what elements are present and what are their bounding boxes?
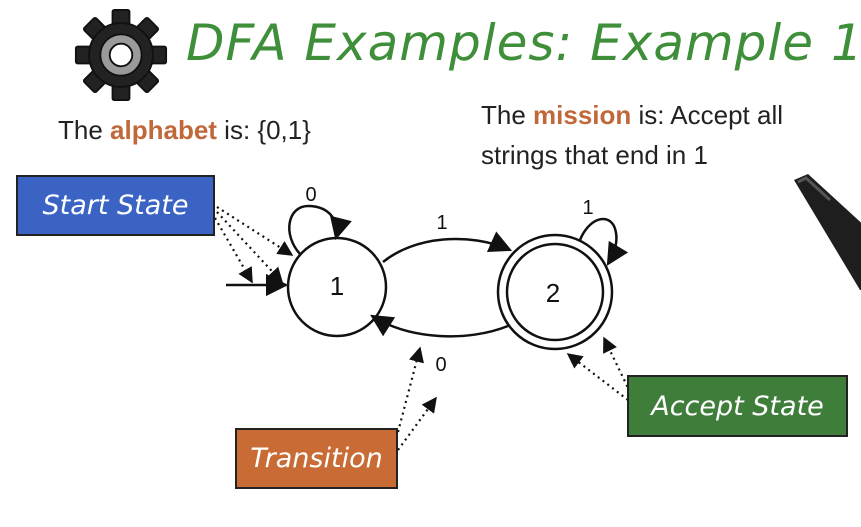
transition-label-box: Transition [235,428,398,489]
loop-2-label: 1 [582,197,593,219]
state-1-label: 1 [330,271,344,301]
dfa-diagram: 1 2 0 1 1 0 [214,184,631,451]
transition-1-2-label: 1 [436,212,447,234]
transition-2-1-arrow [370,314,509,338]
accept-pointer-1 [566,353,629,401]
start-pointer-1 [216,206,294,256]
transition-pointer-1 [396,346,424,433]
pen-tip [794,174,861,290]
start-pointer-3 [214,217,253,284]
accept-state-label-box: Accept State [627,375,848,437]
state-2-label: 2 [546,278,560,308]
loop-1-label: 0 [305,184,316,206]
transition-pointer-2 [397,396,437,451]
start-state-label-box: Start State [16,175,215,236]
transition-2-1-label: 0 [435,354,446,376]
start-pointer-2 [216,211,284,284]
transition-1-2-arrow [382,231,513,263]
